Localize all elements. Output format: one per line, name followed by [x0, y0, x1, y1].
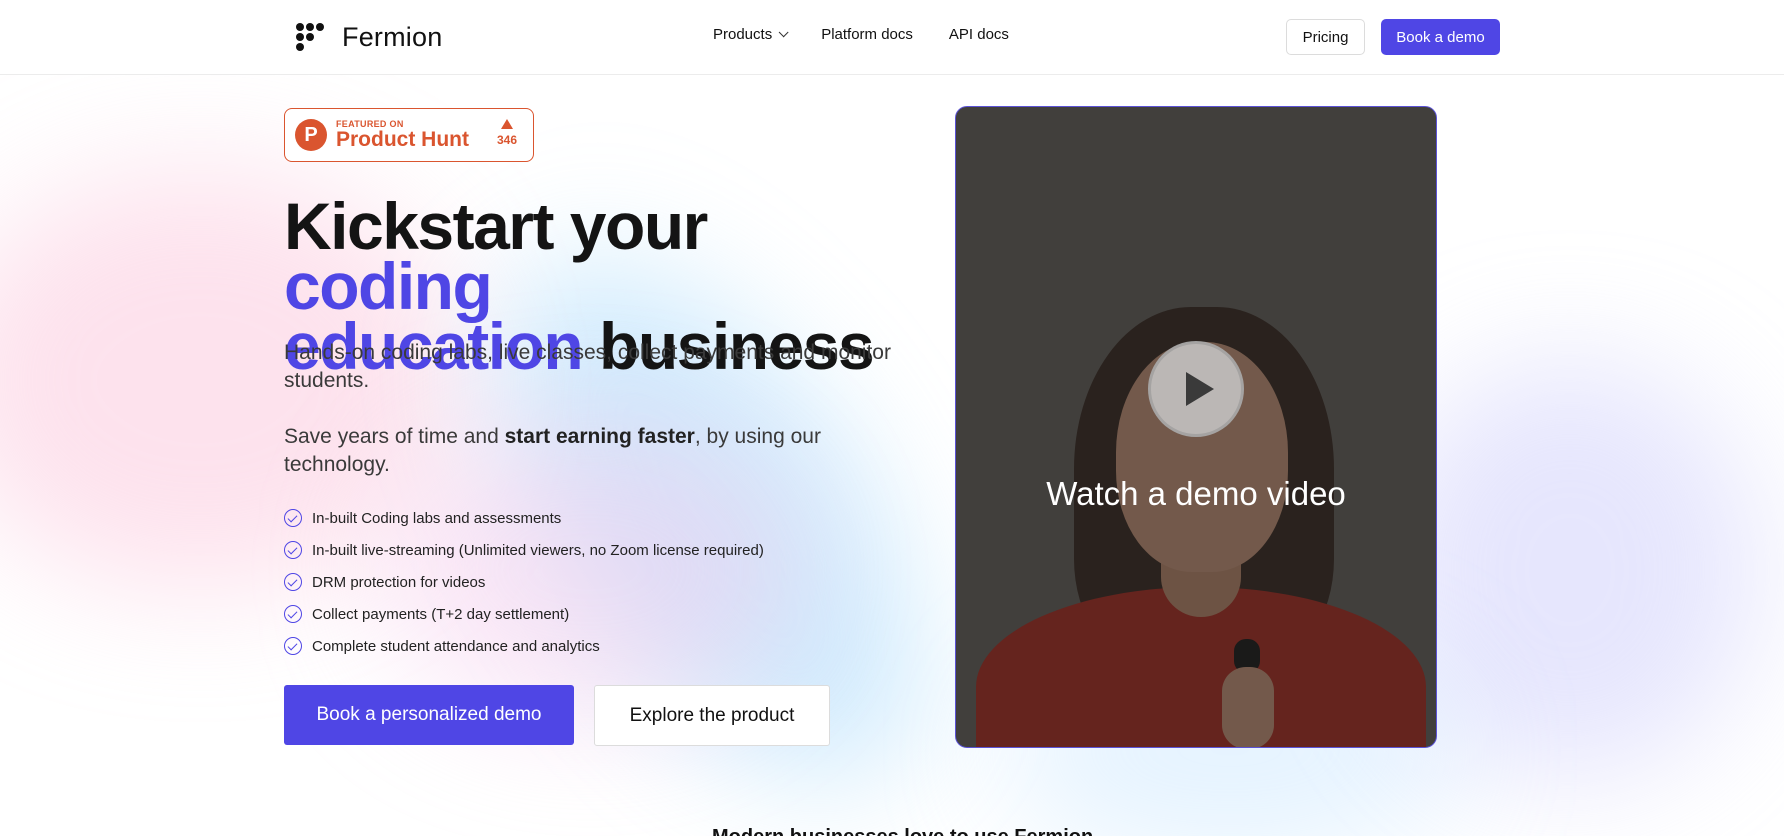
feature-item: In-built live-streaming (Unlimited viewe… [284, 534, 764, 566]
nav-api-docs-label: API docs [948, 26, 1009, 43]
chevron-down-icon [778, 27, 789, 38]
check-circle-icon [284, 541, 302, 559]
nav-platform-docs-label: Platform docs [821, 26, 913, 43]
feature-list: In-built Coding labs and assessments In-… [284, 502, 764, 662]
check-circle-icon [284, 637, 302, 655]
upvote-count: 346 [497, 119, 517, 147]
nav-products[interactable]: Products [713, 26, 789, 43]
main-nav: Products Platform docs API docs [713, 26, 1045, 43]
feature-item: DRM protection for videos [284, 566, 764, 598]
subtitle2-bold: start earning faster [504, 425, 695, 448]
nav-platform-docs[interactable]: Platform docs [821, 26, 913, 43]
product-hunt-icon: P [295, 119, 327, 151]
check-circle-icon [284, 509, 302, 527]
hero-subtitle-2: Save years of time and start earning fas… [284, 423, 904, 479]
book-personalized-demo-button[interactable]: Book a personalized demo [284, 685, 574, 745]
nav-products-label: Products [713, 26, 773, 43]
upvote-arrow-icon [500, 119, 513, 129]
explore-product-button[interactable]: Explore the product [594, 685, 830, 746]
top-navbar: Fermion Products Platform docs API docs … [0, 0, 1784, 75]
feature-text: Complete student attendance and analytic… [312, 637, 600, 655]
brand-logo[interactable]: Fermion [296, 22, 442, 53]
feature-text: DRM protection for videos [312, 573, 486, 591]
feature-item: Collect payments (T+2 day settlement) [284, 598, 764, 630]
nav-api-docs[interactable]: API docs [949, 26, 1009, 43]
book-demo-button[interactable]: Book a demo [1381, 19, 1500, 55]
fermion-logo-icon [296, 22, 324, 53]
feature-text: In-built live-streaming (Unlimited viewe… [312, 541, 764, 559]
subtitle2-pre: Save years of time and [284, 425, 505, 448]
background-glow [0, 0, 1784, 836]
product-hunt-name: Product Hunt [336, 128, 469, 151]
pricing-button[interactable]: Pricing [1286, 19, 1365, 55]
upvote-number: 346 [496, 133, 517, 147]
feature-text: In-built Coding labs and assessments [312, 509, 562, 527]
demo-video-player[interactable]: Watch a demo video [955, 106, 1437, 748]
check-circle-icon [284, 573, 302, 591]
product-hunt-badge[interactable]: P FEATURED ON Product Hunt 346 [284, 108, 534, 162]
brand-name: Fermion [342, 22, 443, 52]
video-label: Watch a demo video [1046, 475, 1346, 512]
check-circle-icon [284, 605, 302, 623]
hero-subtitle: Hands-on coding labs, live classes, coll… [284, 341, 891, 392]
play-icon [1186, 372, 1214, 406]
customers-heading: Modern businesses love to use Fermion [712, 826, 1093, 836]
feature-text: Collect payments (T+2 day settlement) [312, 605, 570, 623]
feature-item: Complete student attendance and analytic… [284, 630, 764, 662]
product-hunt-text: FEATURED ON Product Hunt [336, 119, 469, 151]
feature-item: In-built Coding labs and assessments [284, 502, 764, 534]
play-button[interactable] [1148, 341, 1244, 437]
